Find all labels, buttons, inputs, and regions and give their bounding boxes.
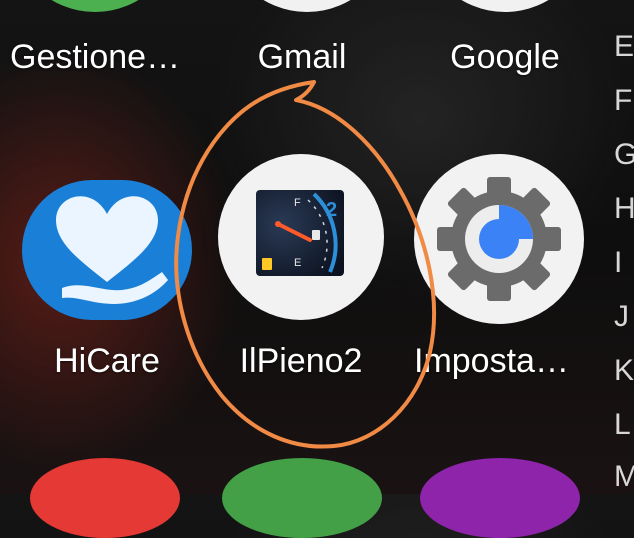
- gauge-empty-mark: E: [294, 257, 301, 269]
- fuel-gauge-icon: F E 2: [256, 190, 344, 276]
- app-label-impostazioni[interactable]: Imposta…: [414, 342, 604, 381]
- alpha-index-l[interactable]: L: [614, 408, 631, 442]
- alpha-index-e[interactable]: E: [614, 30, 634, 64]
- app-label-gestione[interactable]: Gestione…: [10, 38, 210, 77]
- alpha-index-j[interactable]: J: [614, 300, 629, 334]
- ilpieno2-app-icon[interactable]: F E 2: [218, 154, 384, 320]
- gauge-full-mark: F: [294, 197, 301, 209]
- gauge-number: 2: [326, 199, 337, 221]
- hicare-app-icon[interactable]: [22, 180, 192, 320]
- gmail-app-icon[interactable]: [222, 0, 392, 12]
- gear-icon: [437, 177, 561, 301]
- alpha-index-k[interactable]: K: [614, 354, 634, 388]
- app-label-gmail[interactable]: Gmail: [222, 38, 382, 77]
- app-label-google[interactable]: Google: [420, 38, 590, 77]
- bottom-app-icon-2[interactable]: [222, 458, 382, 538]
- heart-hand-icon: [56, 196, 168, 304]
- bottom-app-icon-3[interactable]: [420, 458, 580, 538]
- alpha-index-i[interactable]: I: [614, 246, 622, 280]
- settings-app-icon[interactable]: [414, 154, 584, 324]
- alpha-index-f[interactable]: F: [614, 84, 632, 118]
- alpha-index-h[interactable]: H: [614, 192, 634, 226]
- alpha-index-g[interactable]: G: [614, 138, 634, 172]
- bottom-app-icon-1[interactable]: [30, 458, 180, 538]
- app-label-ilpieno2[interactable]: IlPieno2: [218, 342, 384, 381]
- app-label-hicare[interactable]: HiCare: [22, 342, 192, 381]
- gestione-app-icon[interactable]: [10, 0, 180, 12]
- google-app-icon[interactable]: [420, 0, 590, 12]
- alpha-index-m[interactable]: M: [614, 460, 634, 494]
